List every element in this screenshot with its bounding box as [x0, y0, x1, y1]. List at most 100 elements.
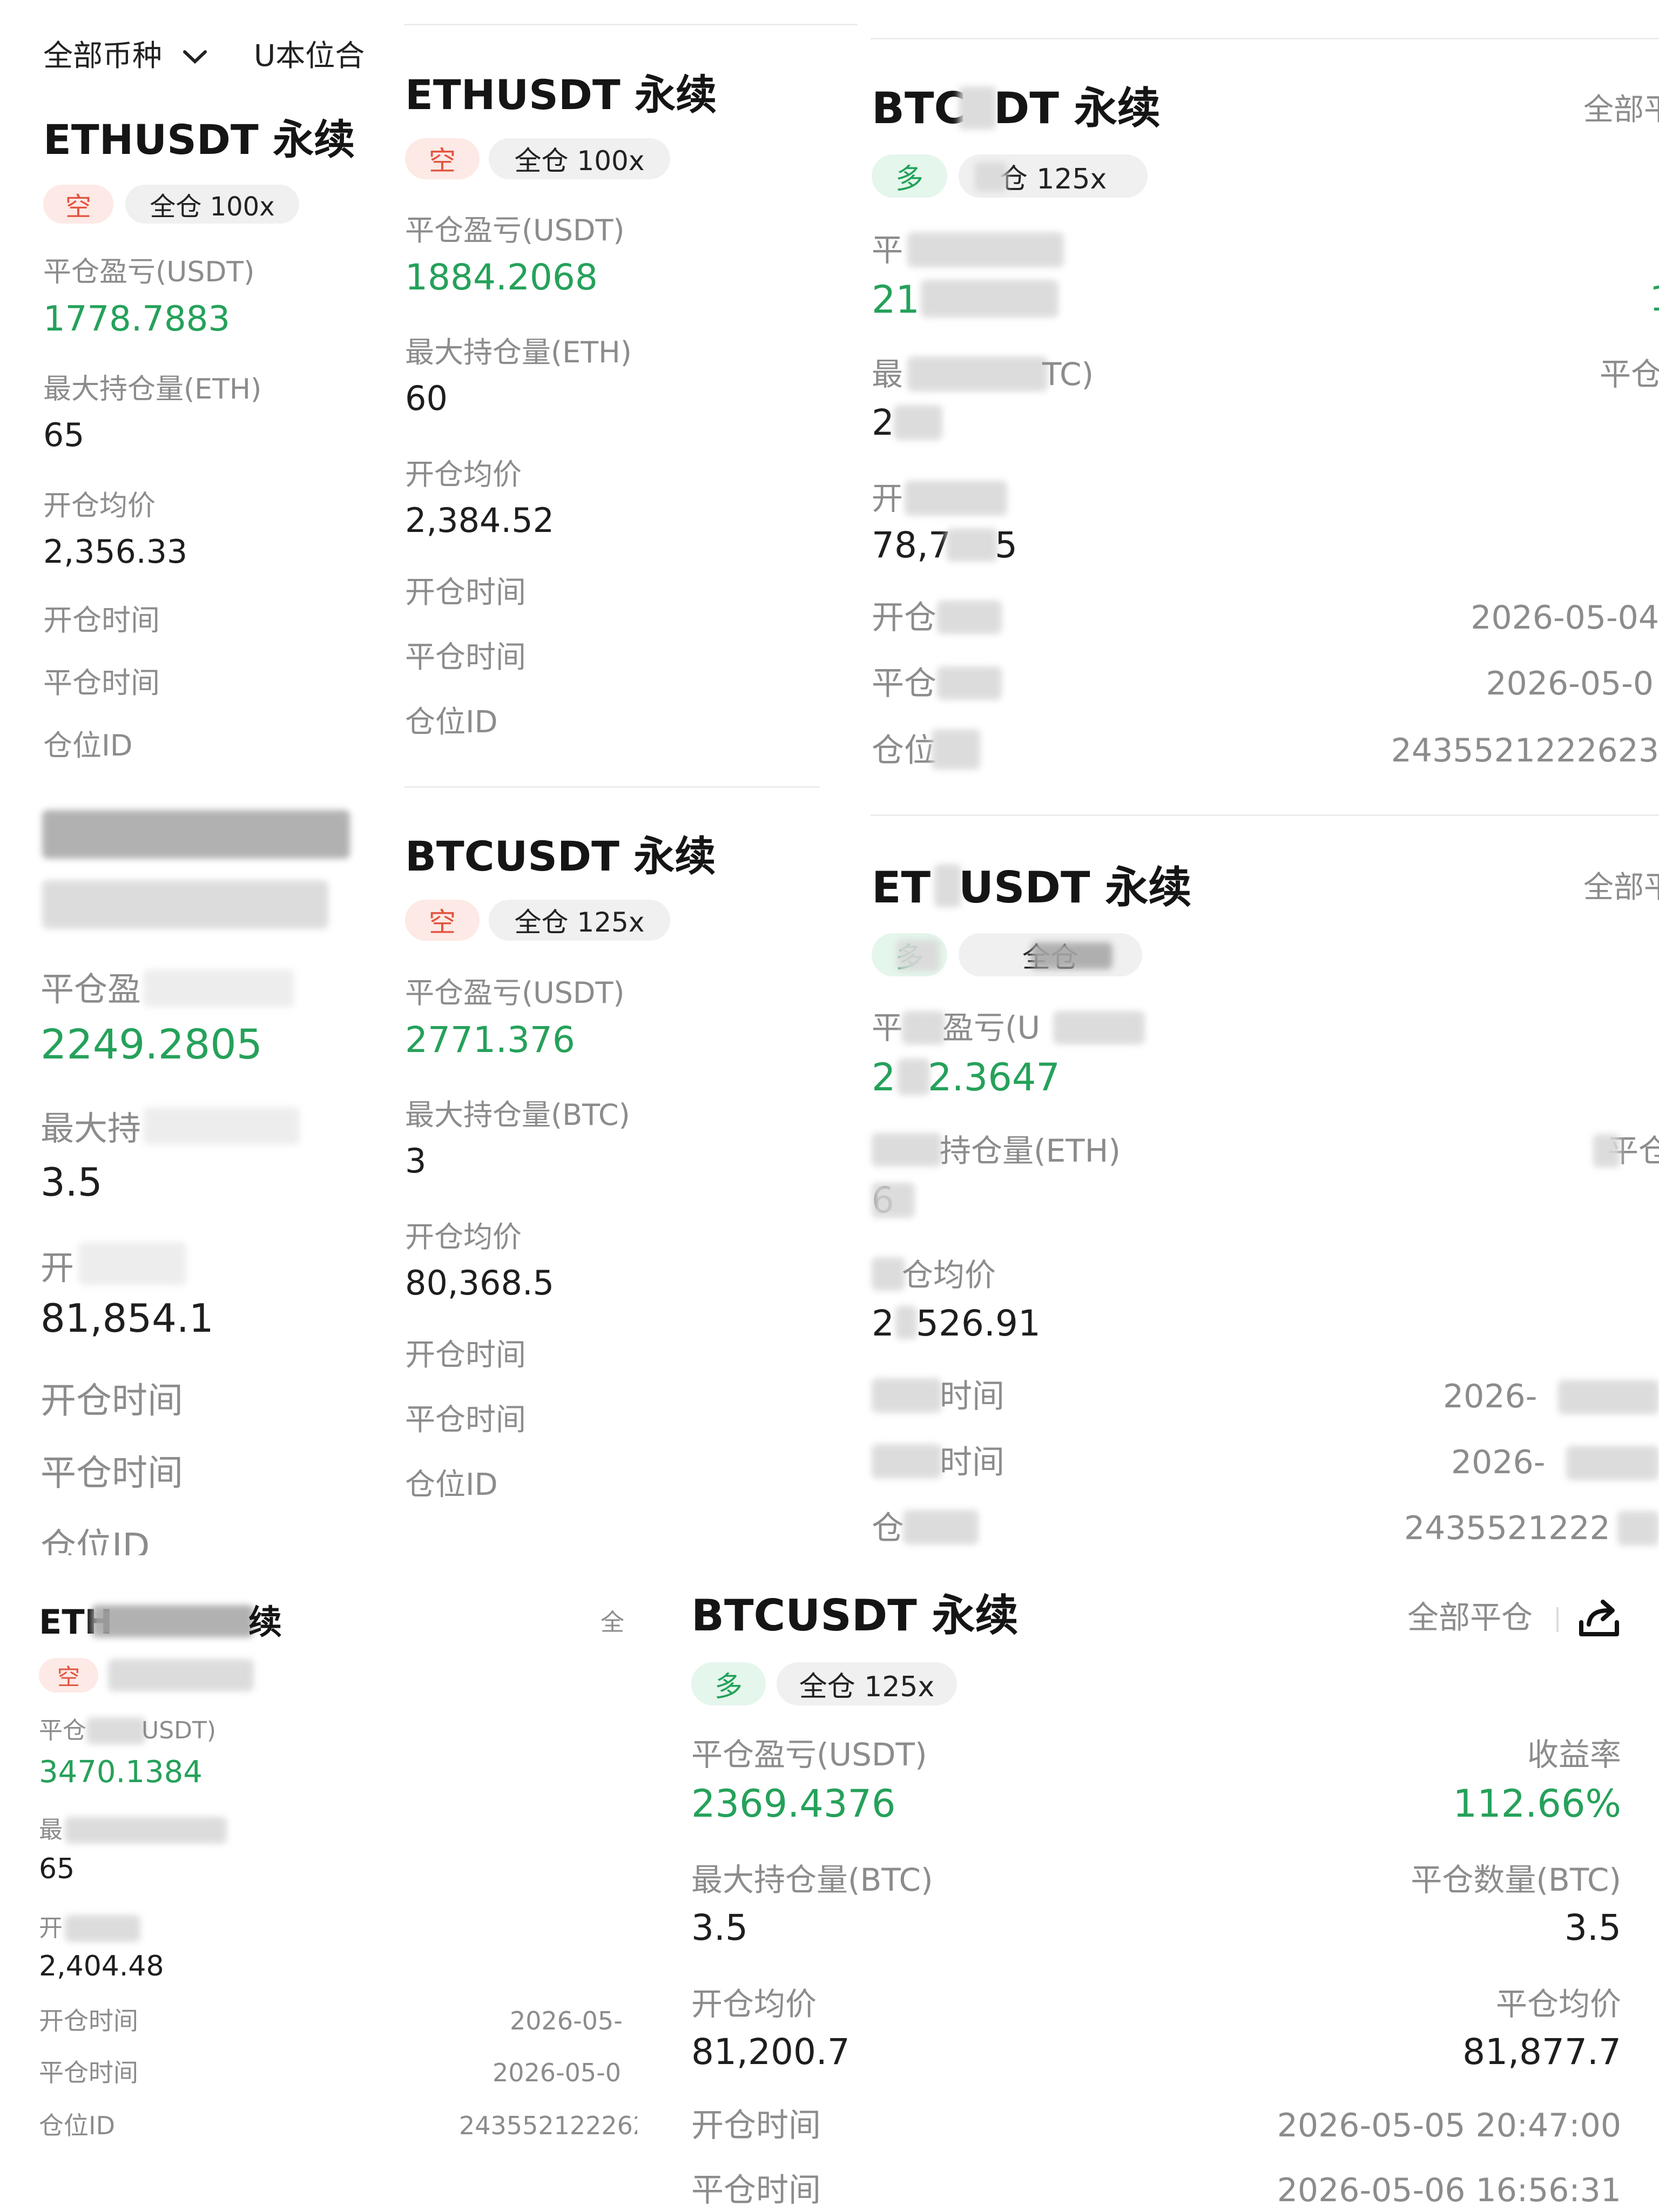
- position-id-label: 仓位ID: [39, 2111, 115, 2140]
- obscured-leverage: [1031, 942, 1112, 969]
- max-position-label: 最大持仓量(ETH): [43, 373, 262, 406]
- open-avg-value: 2,384.52: [405, 501, 555, 540]
- open-time-value: 2026-: [1443, 1378, 1537, 1415]
- card-title: ETHUSDT 永续: [405, 71, 717, 119]
- close-all-button[interactable]: 全部平仓: [1407, 1600, 1533, 1636]
- max-position-value: 2: [872, 402, 894, 443]
- open-avg-value-end: 5: [995, 524, 1017, 566]
- close-all-button[interactable]: 全部平: [1583, 870, 1659, 905]
- divider: [871, 814, 1659, 816]
- chevron-down-icon[interactable]: [181, 48, 208, 66]
- max-position-label: 最大持仓量(BTC): [691, 1862, 933, 1898]
- card-title: BTCUSDT 永续: [691, 1590, 1019, 1641]
- open-avg-label: 开仓均价: [405, 457, 522, 491]
- panel-e: BTCUSDT 永续 全部平仓 多 全仓 125x 平仓盈亏(USDT) 236…: [637, 1555, 1659, 2212]
- pnl-label-end: 盈亏(U: [942, 1009, 1041, 1046]
- obscured-avg-label: [905, 481, 1007, 516]
- pnl-label: 平: [872, 1009, 903, 1046]
- obscured-close-time-label: [937, 666, 1002, 700]
- obscured-pnl-unit: [143, 969, 294, 1007]
- close-time-label: 平仓: [872, 665, 936, 703]
- pnl-unit: USDT): [141, 1717, 217, 1744]
- max-position-value: 3: [405, 1141, 427, 1181]
- open-time-value: 2026-05-: [510, 2006, 623, 2035]
- obscured-mode: [108, 1659, 254, 1691]
- u-position-tab[interactable]: U本位合: [254, 38, 365, 73]
- obscured-max-label: [872, 1133, 942, 1166]
- obscured-close-qty: [1593, 1134, 1620, 1168]
- panel-d: ETH 续 空 平仓 USDT) 3470.1384 最 65 开 2,404.…: [0, 1555, 637, 2212]
- card-title-start: ET: [872, 862, 931, 913]
- obscured-pnl-label: [902, 1011, 945, 1044]
- open-avg-label: 仓均价: [902, 1257, 996, 1293]
- side-tag: 多: [691, 1662, 766, 1705]
- obscured-pnl-label: [86, 1717, 146, 1744]
- panel-b: ETHUSDT 永续 空 全仓 100x 平仓盈亏(USDT) 1884.206…: [378, 0, 864, 1555]
- obscured-max-label: [65, 1817, 227, 1844]
- close-avg-label: 平仓均价: [1495, 1986, 1621, 2022]
- pnl-value: 3470.1384: [39, 1755, 203, 1790]
- max-position-value: 3.5: [691, 1907, 748, 1948]
- pnl-value-start: 2: [872, 1055, 896, 1100]
- obscured-pnl-label: [907, 232, 1064, 267]
- panel-a: 全部币种 U本位合 ETHUSDT 永续 空 全仓 100x 平仓盈亏(USDT…: [0, 0, 378, 1555]
- obscured-title: [92, 1605, 254, 1637]
- obscured-id-value: [1617, 1511, 1659, 1546]
- obscured-avg-label: [65, 1915, 140, 1942]
- close-time-label: 平仓时间: [39, 2058, 138, 2087]
- obscured-mode-part: [975, 162, 1007, 192]
- open-avg-value: 80,368.5: [405, 1263, 555, 1303]
- close-qty-label: 平仓: [1600, 356, 1659, 393]
- position-id-value: 2435521222623: [1391, 732, 1659, 770]
- max-position-value: 65: [39, 1853, 75, 1885]
- obscured-side: [896, 940, 940, 971]
- pnl-value: 2369.4376: [691, 1782, 896, 1826]
- pnl-value: 2249.2805: [41, 1020, 262, 1068]
- side-tag: 空: [39, 1658, 98, 1692]
- obscured-title: [42, 810, 350, 859]
- panel-c: BTC DT 永续 多 仓 125x 平 21 最 TC) 2 开 78,7 5…: [864, 0, 1659, 1555]
- position-id-label: 仓: [872, 1509, 904, 1547]
- margin-mode-tag: 全仓 125x: [777, 1662, 957, 1705]
- side-tag: 空: [405, 138, 480, 179]
- obscured-id-label: [903, 1510, 979, 1545]
- header-divider: [1556, 1607, 1559, 1632]
- obscured-max-value: [872, 1183, 915, 1218]
- close-time-value: 2026-05-0: [493, 2058, 622, 2087]
- close-all-button[interactable]: 全: [601, 1609, 624, 1637]
- pnl-value: 21: [872, 278, 920, 322]
- coin-filter-label[interactable]: 全部币种: [43, 38, 162, 73]
- side-tag: 空: [43, 185, 113, 224]
- roi-value: 112.66%: [1453, 1782, 1621, 1826]
- close-all-button[interactable]: 全部平: [1583, 92, 1659, 127]
- close-time-value: 2026-: [1451, 1444, 1546, 1481]
- obscured-title-part: [959, 86, 996, 130]
- roi-label: 收益率: [1527, 1736, 1621, 1773]
- close-time-label: 平仓时间: [691, 2171, 821, 2209]
- side-tag: 空: [405, 900, 480, 941]
- obscured-pnl-value: [921, 280, 1058, 318]
- share-icon[interactable]: [1576, 1594, 1622, 1641]
- close-time-value: 2026-05-0: [1486, 665, 1654, 703]
- card-title: ETHUSDT 永续: [43, 116, 355, 164]
- max-position-label: 最: [872, 356, 903, 393]
- open-avg-value-start: 2: [872, 1303, 894, 1344]
- pnl-value: 1884.2068: [405, 257, 598, 298]
- max-position-value: 65: [43, 416, 85, 454]
- open-time-label: 开仓时间: [41, 1380, 183, 1421]
- open-time-value: 2026-05-05 20:47:00: [1277, 2107, 1621, 2144]
- close-time-label: 平仓时间: [43, 666, 160, 700]
- close-time-label: 平仓时间: [405, 640, 526, 675]
- open-time-label: 开仓时间: [405, 575, 526, 610]
- open-avg-value-end: 526.91: [916, 1303, 1041, 1344]
- open-avg-value: 81,200.7: [691, 2031, 850, 2073]
- open-avg-value: 2,356.33: [43, 533, 188, 571]
- obscured-pnl-unit: [1053, 1011, 1145, 1044]
- roi-value: 1: [1650, 279, 1659, 320]
- position-id-label: 仓位: [872, 732, 936, 770]
- open-avg-value-start: 78,7: [872, 524, 951, 566]
- margin-mode-tag: 全仓 100x: [125, 185, 299, 224]
- obscured-title-part: [934, 864, 961, 907]
- pnl-label: 平仓盈亏(USDT): [405, 976, 625, 1010]
- card-title-start: BTC: [872, 83, 966, 133]
